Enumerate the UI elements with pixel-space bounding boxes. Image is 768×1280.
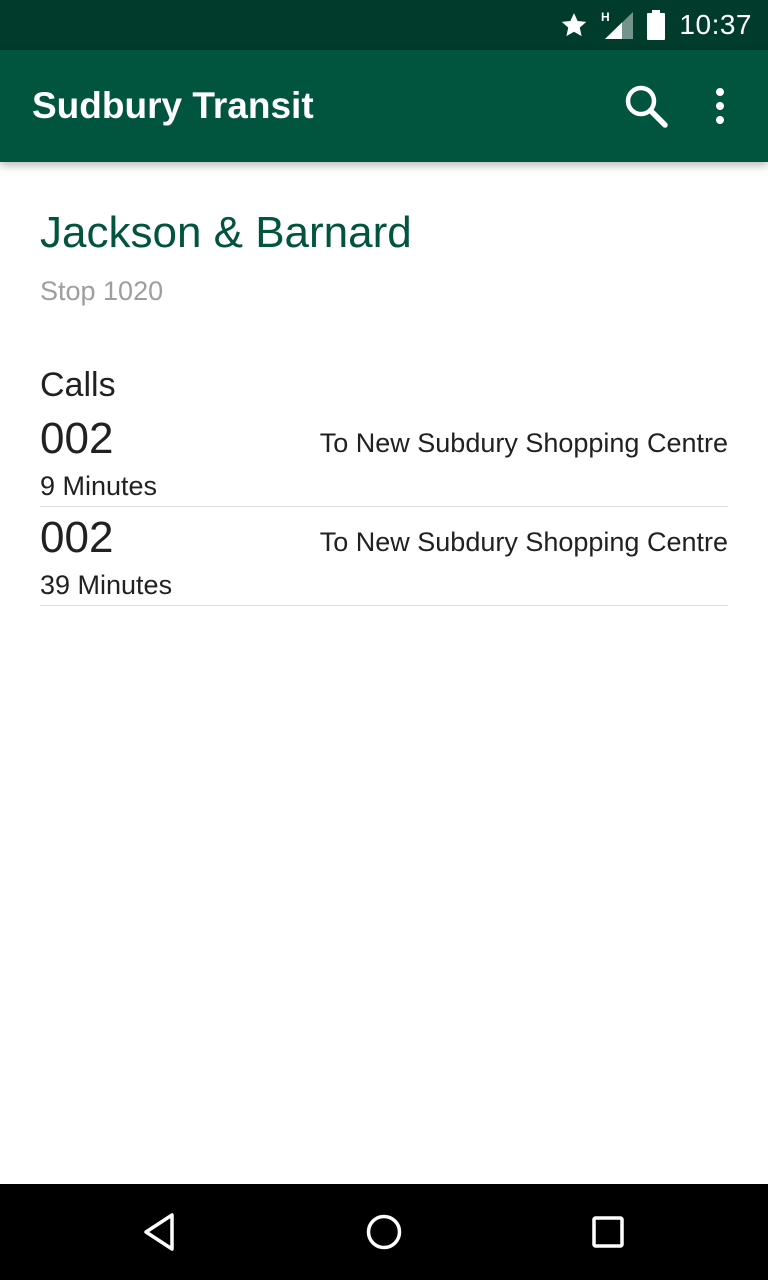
calls-header: Calls xyxy=(40,366,116,404)
app-bar: Sudbury Transit xyxy=(0,50,768,162)
more-options-button[interactable] xyxy=(696,78,744,134)
call-row[interactable]: 002 To New Subdury Shopping Centre 39 Mi… xyxy=(40,507,728,606)
status-time: 10:37 xyxy=(679,9,752,40)
home-button[interactable] xyxy=(356,1204,412,1260)
route-number: 002 xyxy=(40,414,114,463)
home-icon xyxy=(366,1214,402,1250)
eta: 9 Minutes xyxy=(40,471,158,501)
more-vertical-icon xyxy=(716,88,724,124)
recents-button[interactable] xyxy=(580,1204,636,1260)
network-type-label: H xyxy=(601,10,610,24)
recents-icon xyxy=(592,1216,624,1248)
status-icons: H 10:37 xyxy=(559,0,752,50)
destination: To New Subdury Shopping Centre xyxy=(319,428,728,458)
battery-icon xyxy=(647,10,666,40)
search-button[interactable] xyxy=(616,78,676,134)
stop-number: Stop 1020 xyxy=(40,276,164,306)
search-icon xyxy=(625,85,668,128)
star-icon xyxy=(559,10,589,40)
app-title: Sudbury Transit xyxy=(32,85,314,126)
eta: 39 Minutes xyxy=(40,570,173,600)
route-number: 002 xyxy=(40,513,114,562)
signal-icon: H xyxy=(601,10,635,40)
stop-name: Jackson & Barnard xyxy=(40,208,412,257)
calls-list: 002 To New Subdury Shopping Centre 9 Min… xyxy=(40,408,728,606)
navigation-bar xyxy=(0,1184,768,1280)
call-row[interactable]: 002 To New Subdury Shopping Centre 9 Min… xyxy=(40,408,728,507)
status-bar: H 10:37 xyxy=(0,0,768,50)
back-button[interactable] xyxy=(132,1204,188,1260)
screen: H 10:37 Sudbury Transit Jackson & Barnar… xyxy=(0,0,768,1280)
back-icon xyxy=(144,1213,174,1251)
destination: To New Subdury Shopping Centre xyxy=(319,527,728,557)
